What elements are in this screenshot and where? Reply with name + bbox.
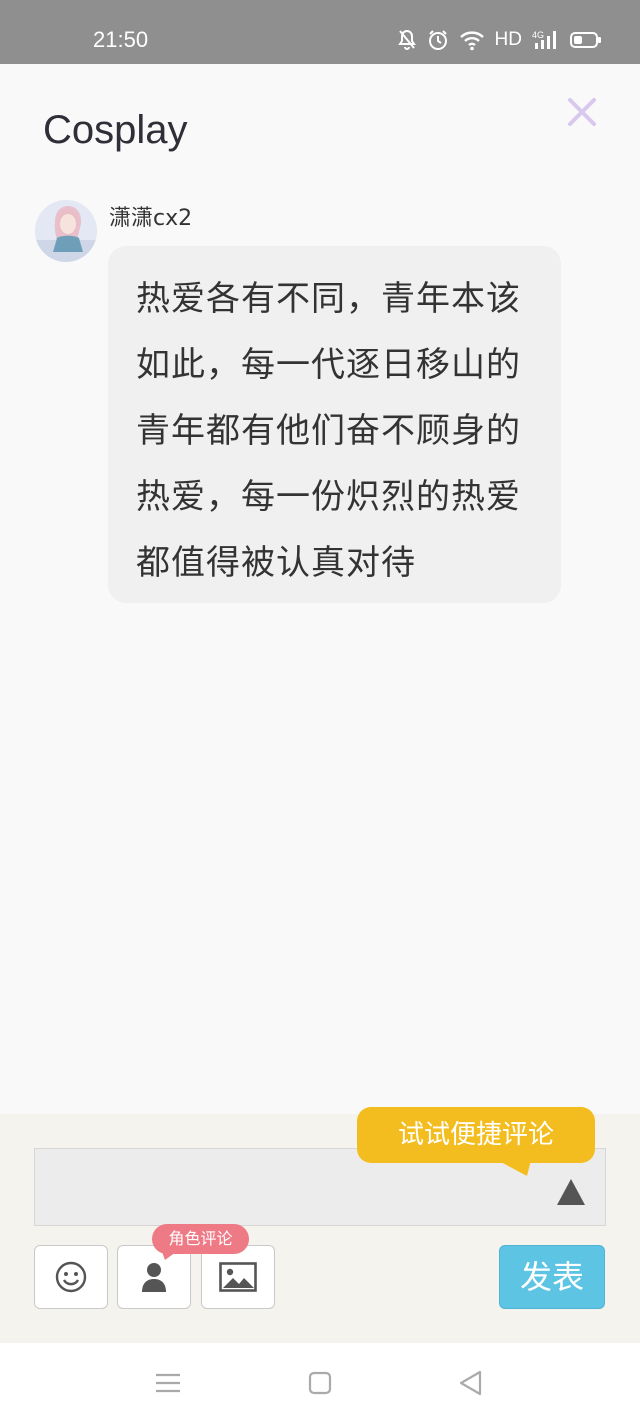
menu-icon[interactable] (153, 1368, 183, 1398)
close-icon (568, 98, 596, 126)
quick-comment-tip[interactable]: 试试便捷评论 (357, 1107, 595, 1163)
tip-tail (497, 1160, 531, 1176)
emoji-button[interactable] (34, 1245, 108, 1309)
triangle-up-icon (557, 1179, 585, 1205)
status-time: 21:50 (93, 27, 149, 52)
home-square-icon[interactable] (305, 1368, 335, 1398)
emoji-icon (55, 1261, 87, 1293)
comment-username[interactable]: 潇潇cx2 (109, 204, 192, 234)
system-nav-bar (0, 1343, 640, 1422)
person-icon (142, 1263, 166, 1292)
wifi-icon (459, 31, 484, 51)
send-button[interactable]: 发表 (499, 1245, 605, 1309)
image-icon (219, 1262, 257, 1292)
alarm-icon (428, 30, 447, 50)
avatar[interactable] (35, 200, 97, 262)
badge-tail (162, 1252, 176, 1260)
battery-icon (570, 32, 601, 48)
expand-button[interactable] (556, 1178, 586, 1206)
comment-text: 热爱各有不同，青年本该如此，每一代逐日移山的青年都有他们奋不顾身的热爱，每一份炽… (136, 279, 521, 583)
hd-label: HD (494, 29, 522, 50)
avatar-image (35, 200, 97, 262)
signal-4g-icon: 4G (532, 30, 556, 49)
comment-bubble: 热爱各有不同，青年本该如此，每一代逐日移山的青年都有他们奋不顾身的热爱，每一份炽… (108, 246, 561, 603)
status-icons: HD 4G (397, 26, 602, 54)
svg-text:4G: 4G (532, 30, 544, 40)
status-bar: 21:50 HD 4G (0, 0, 640, 64)
image-button[interactable] (201, 1245, 275, 1309)
role-comment-button[interactable] (117, 1245, 191, 1309)
page-title: Cosplay (43, 108, 188, 152)
role-comment-badge: 角色评论 (152, 1224, 249, 1254)
close-button[interactable] (565, 95, 599, 129)
back-triangle-icon[interactable] (456, 1368, 486, 1398)
mute-bell-icon (397, 29, 416, 50)
